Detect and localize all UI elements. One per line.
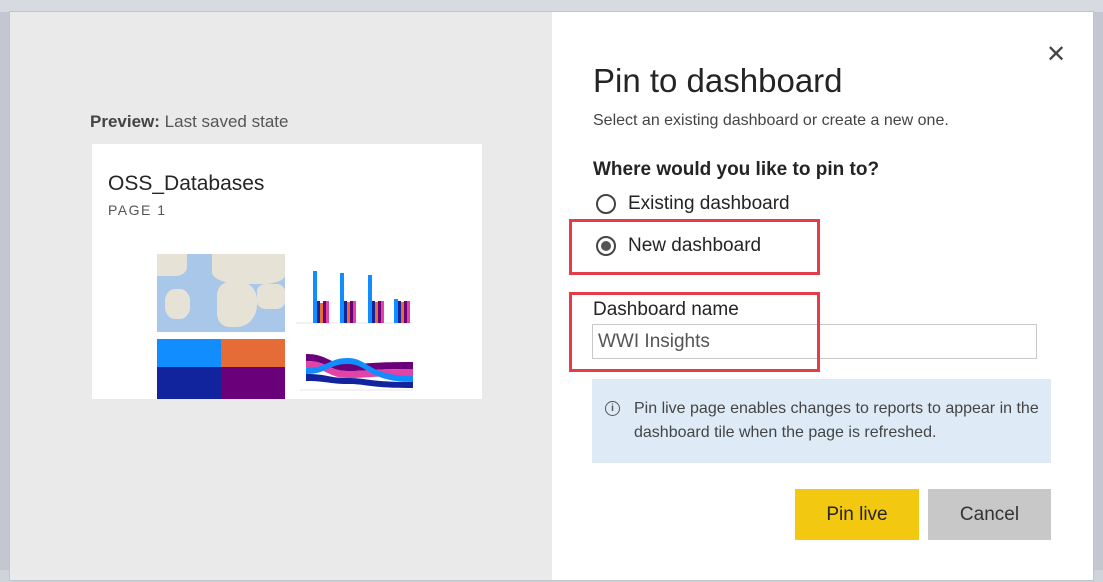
- bar-group: [394, 299, 410, 323]
- preview-pane: Preview: Last saved state OSS_Databases …: [10, 12, 552, 580]
- treemap-thumbnail: [157, 339, 285, 399]
- pin-location-question: Where would you like to pin to?: [593, 159, 880, 180]
- report-preview-card: OSS_Databases PAGE 1: [92, 144, 482, 399]
- info-icon: i: [605, 401, 620, 416]
- map-land: [217, 282, 257, 327]
- cancel-button[interactable]: Cancel: [928, 489, 1051, 540]
- radio-button-selected[interactable]: [596, 236, 616, 256]
- new-dashboard-label: New dashboard: [628, 235, 762, 256]
- map-thumbnail: [157, 254, 285, 332]
- bar-chart-thumbnail: [288, 251, 418, 331]
- map-land: [212, 254, 285, 284]
- dashboard-name-label: Dashboard name: [593, 299, 739, 320]
- report-title: OSS_Databases: [108, 172, 265, 195]
- backdrop-strip: [0, 0, 1103, 12]
- report-page-label: PAGE 1: [108, 202, 167, 218]
- pin-live-button[interactable]: Pin live: [795, 489, 919, 540]
- preview-label-text: Last saved state: [159, 112, 289, 131]
- pin-to-dashboard-dialog: Preview: Last saved state OSS_Databases …: [10, 12, 1093, 580]
- treemap-tile: [221, 339, 285, 367]
- radio-button-unselected[interactable]: [596, 194, 616, 214]
- existing-dashboard-option[interactable]: Existing dashboard: [596, 193, 790, 215]
- info-banner: i Pin live page enables changes to repor…: [592, 379, 1051, 463]
- close-icon[interactable]: ✕: [1046, 40, 1066, 69]
- info-text: Pin live page enables changes to reports…: [634, 400, 1039, 441]
- treemap-tile: [221, 367, 285, 399]
- radio-dot: [601, 241, 611, 251]
- map-land: [157, 254, 187, 276]
- preview-label: Preview: Last saved state: [90, 112, 288, 132]
- dialog-subtitle: Select an existing dashboard or create a…: [593, 112, 949, 129]
- new-dashboard-option[interactable]: New dashboard: [596, 235, 761, 257]
- dialog-title: Pin to dashboard: [593, 62, 843, 99]
- treemap-tile: [157, 339, 221, 367]
- preview-label-bold: Preview:: [90, 112, 160, 131]
- dashboard-name-input[interactable]: [592, 324, 1037, 359]
- map-land: [257, 284, 285, 309]
- existing-dashboard-label: Existing dashboard: [628, 193, 790, 214]
- treemap-tile: [157, 367, 221, 399]
- map-land: [165, 289, 190, 319]
- ribbon-chart-thumbnail: [288, 334, 418, 399]
